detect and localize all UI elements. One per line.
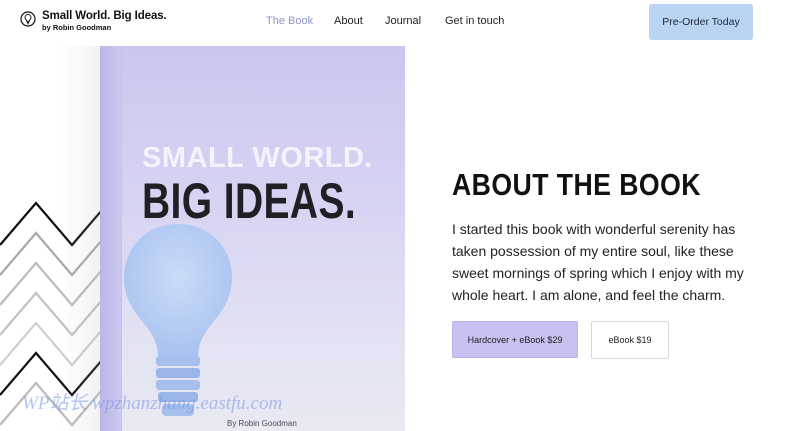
nav-item-the-book[interactable]: The Book: [266, 15, 313, 27]
cover-title-line2: BIG IDEAS.: [142, 173, 357, 229]
brain-lightbulb-icon: [20, 11, 36, 27]
cover-author: By Robin Goodman: [227, 419, 297, 428]
hardcover-ebook-button[interactable]: Hardcover + eBook $29: [452, 321, 578, 358]
pre-order-button[interactable]: Pre-Order Today: [649, 4, 753, 40]
site-header: Small World. Big Ideas. by Robin Goodman…: [0, 0, 800, 46]
section-title: ABOUT THE BOOK: [452, 167, 701, 202]
ebook-button[interactable]: eBook $19: [591, 321, 669, 359]
watermark: WP站长 wpzhanzhang.eastfu.com: [22, 393, 283, 414]
nav-item-get-in-touch[interactable]: Get in touch: [445, 15, 504, 27]
section-description: I started this book with wonderful seren…: [452, 221, 744, 303]
cover-title-line1: SMALL WORLD.: [142, 142, 373, 174]
book-cover: SMALL WORLD. BIG IDEAS. By Robin Goodman: [100, 46, 405, 431]
nav-item-about[interactable]: About: [334, 15, 363, 27]
site-logo[interactable]: Small World. Big Ideas. by Robin Goodman: [20, 10, 167, 33]
logo-title: Small World. Big Ideas.: [42, 10, 167, 22]
nav-item-journal[interactable]: Journal: [385, 15, 421, 27]
page: Small World. Big Ideas. by Robin Goodman…: [0, 0, 800, 431]
logo-subtitle: by Robin Goodman: [42, 23, 112, 32]
